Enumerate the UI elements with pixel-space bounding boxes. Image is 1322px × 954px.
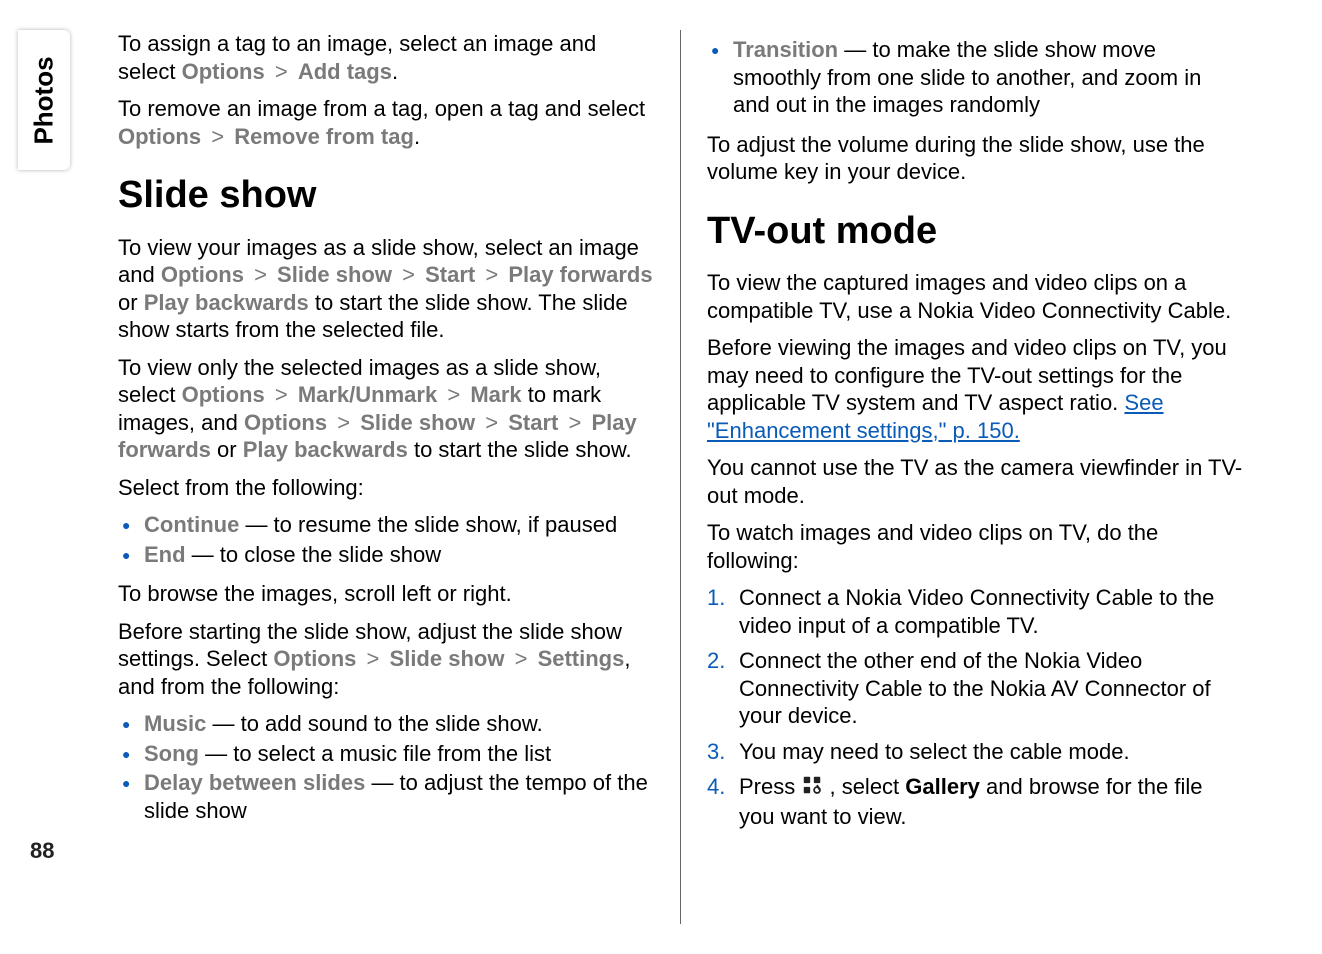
section-tab-label: Photos xyxy=(29,56,60,144)
list-item-label: End xyxy=(144,542,186,567)
paragraph: Select from the following: xyxy=(118,474,654,502)
menu-path-item: Add tags xyxy=(298,59,392,84)
menu-key-icon xyxy=(801,774,823,803)
list-item-label: Music xyxy=(144,711,206,736)
paragraph: To adjust the volume during the slide sh… xyxy=(707,131,1244,186)
list-item-label: Song xyxy=(144,741,199,766)
menu-path-item: Slide show xyxy=(360,410,475,435)
page-number: 88 xyxy=(30,838,54,864)
breadcrumb-separator-icon: > xyxy=(515,646,528,671)
paragraph: To view the captured images and video cl… xyxy=(707,269,1244,324)
menu-path-item: Options xyxy=(182,382,265,407)
breadcrumb-separator-icon: > xyxy=(254,262,267,287)
list-item-label: Continue xyxy=(144,512,239,537)
bullet-list: Transition — to make the slide show move… xyxy=(707,36,1244,119)
paragraph: To view only the selected images as a sl… xyxy=(118,354,654,464)
menu-path-item: Options xyxy=(182,59,265,84)
menu-path-item: Slide show xyxy=(277,262,392,287)
menu-path-item: Start xyxy=(508,410,558,435)
menu-path-item: Mark/Unmark xyxy=(298,382,437,407)
list-item: End — to close the slide show xyxy=(118,541,654,569)
menu-path-item: Options xyxy=(161,262,244,287)
list-item: Connect a Nokia Video Connectivity Cable… xyxy=(707,584,1244,639)
menu-path-item: Play backwards xyxy=(144,290,309,315)
bold-label: Gallery xyxy=(905,774,980,799)
paragraph: To browse the images, scroll left or rig… xyxy=(118,580,654,608)
breadcrumb-separator-icon: > xyxy=(337,410,350,435)
list-item: You may need to select the cable mode. xyxy=(707,738,1244,766)
list-item: Transition — to make the slide show move… xyxy=(707,36,1244,119)
breadcrumb-separator-icon: > xyxy=(211,124,224,149)
numbered-list: Connect a Nokia Video Connectivity Cable… xyxy=(707,584,1244,830)
menu-path-item: Mark xyxy=(470,382,521,407)
menu-path-item: Options xyxy=(244,410,327,435)
section-tab: Photos xyxy=(18,30,70,170)
list-item: Music — to add sound to the slide show. xyxy=(118,710,654,738)
list-item: Delay between slides — to adjust the tem… xyxy=(118,769,654,824)
paragraph: To view your images as a slide show, sel… xyxy=(118,234,654,344)
right-column: Transition — to make the slide show move… xyxy=(681,30,1262,924)
menu-path-item: Play backwards xyxy=(243,437,408,462)
menu-path-item: Start xyxy=(425,262,475,287)
list-item: Song — to select a music file from the l… xyxy=(118,740,654,768)
menu-path-item: Options xyxy=(273,646,356,671)
breadcrumb-separator-icon: > xyxy=(447,382,460,407)
breadcrumb-separator-icon: > xyxy=(402,262,415,287)
breadcrumb-separator-icon: > xyxy=(275,382,288,407)
breadcrumb-separator-icon: > xyxy=(367,646,380,671)
menu-path-item: Options xyxy=(118,124,201,149)
list-item: Press , select Gallery and browse for th… xyxy=(707,773,1244,830)
bullet-list: Music — to add sound to the slide show. … xyxy=(118,710,654,824)
breadcrumb-separator-icon: > xyxy=(485,262,498,287)
paragraph: You cannot use the TV as the camera view… xyxy=(707,454,1244,509)
menu-path-item: Settings xyxy=(538,646,625,671)
menu-path-item: Slide show xyxy=(390,646,505,671)
paragraph: Before viewing the images and video clip… xyxy=(707,334,1244,444)
list-item-label: Transition xyxy=(733,37,838,62)
list-item: Connect the other end of the Nokia Video… xyxy=(707,647,1244,730)
breadcrumb-separator-icon: > xyxy=(485,410,498,435)
breadcrumb-separator-icon: > xyxy=(275,59,288,84)
heading-tv-out-mode: TV-out mode xyxy=(707,208,1244,256)
menu-path-item: Play forwards xyxy=(508,262,652,287)
paragraph: To assign a tag to an image, select an i… xyxy=(118,30,654,85)
list-item: Continue — to resume the slide show, if … xyxy=(118,511,654,539)
menu-path-item: Remove from tag xyxy=(234,124,414,149)
paragraph: To watch images and video clips on TV, d… xyxy=(707,519,1244,574)
bullet-list: Continue — to resume the slide show, if … xyxy=(118,511,654,568)
heading-slide-show: Slide show xyxy=(118,172,654,220)
left-column: To assign a tag to an image, select an i… xyxy=(100,30,681,924)
paragraph: To remove an image from a tag, open a ta… xyxy=(118,95,654,150)
content-columns: To assign a tag to an image, select an i… xyxy=(100,30,1262,924)
breadcrumb-separator-icon: > xyxy=(568,410,581,435)
list-item-label: Delay between slides xyxy=(144,770,365,795)
paragraph: Before starting the slide show, adjust t… xyxy=(118,618,654,701)
